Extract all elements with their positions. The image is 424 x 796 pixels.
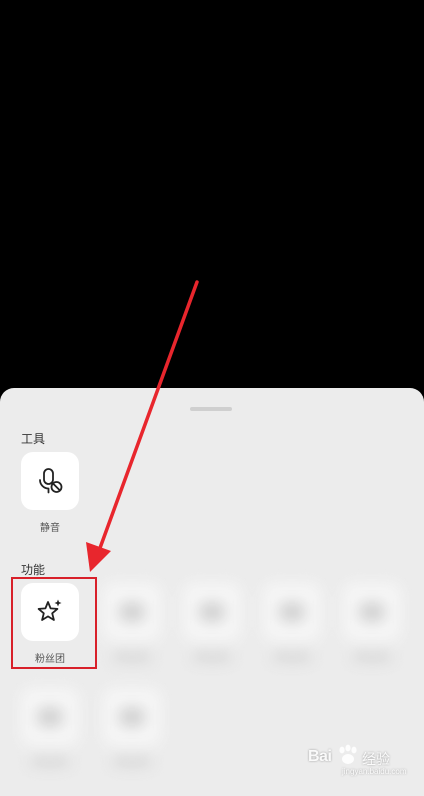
watermark-brand: Bai <box>308 748 332 765</box>
paw-icon <box>339 744 357 764</box>
watermark-suffix: 经验 <box>362 751 390 767</box>
fan-club-highlight-box <box>11 577 97 669</box>
baidu-jingyan-watermark: Bai 经验 jingyan.baidu.com <box>300 742 420 782</box>
bottom-sheet: 工具 静音 功能 粉丝团 <box>0 388 424 796</box>
watermark-url: jingyan.baidu.com <box>342 767 407 776</box>
